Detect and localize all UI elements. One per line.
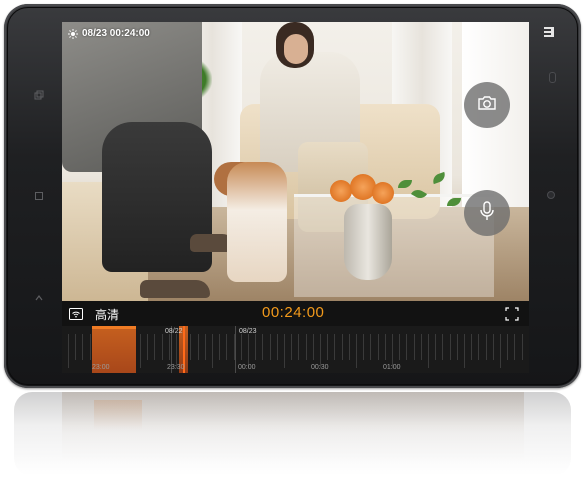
timeline-tick [305, 334, 307, 360]
video-timestamp: 08/23 00:24:00 [68, 28, 150, 39]
timeline-tick [75, 334, 77, 360]
recorded-segment-marker [92, 326, 136, 329]
timeline-tick [392, 334, 393, 368]
timeline-tick [449, 334, 451, 360]
camera-video-feed[interactable]: 08/23 00:24:00 [62, 22, 529, 301]
timeline-tick [219, 334, 221, 360]
timeline-hour-label: 23:30 [167, 364, 185, 371]
timeline-hour-label: 01:00 [383, 364, 401, 371]
timeline-tick [89, 334, 91, 360]
voice-talk-button[interactable] [464, 190, 510, 236]
timeline-hour-label: 00:00 [238, 364, 256, 371]
timeline-tick [320, 334, 321, 368]
sun-icon [68, 28, 78, 39]
timeline-tick [168, 334, 170, 360]
timeline-hour-label: 00:30 [311, 364, 329, 371]
device-reflection [14, 392, 571, 476]
front-camera [549, 72, 556, 83]
timeline-tick [197, 334, 199, 360]
app-screen: 08/23 00:24:00 高清 00:24:00 08/22 08/23 2… [62, 22, 529, 373]
timeline-tick [363, 334, 365, 360]
timeline-tick [420, 334, 422, 360]
timeline-tick [464, 334, 465, 368]
timeline-tick [341, 334, 343, 360]
timeline-tick [348, 334, 350, 360]
timeline-tick [240, 334, 242, 360]
timeline-tick [456, 334, 458, 360]
timeline-tick [262, 334, 264, 360]
timeline-tick [356, 334, 357, 368]
timestamp-text: 08/23 00:24:00 [82, 28, 150, 39]
quality-toggle[interactable]: 高清 [95, 306, 119, 323]
timeline-tick [485, 334, 487, 360]
microphone-icon [479, 200, 495, 226]
timeline-tick [298, 334, 300, 360]
home-icon[interactable] [34, 191, 44, 204]
timeline-tick [492, 334, 494, 360]
camera-icon [477, 95, 497, 116]
timeline-tick [154, 334, 156, 360]
snapshot-button[interactable] [464, 82, 510, 128]
timeline-tick [226, 334, 228, 360]
timeline-tick [190, 334, 192, 360]
timeline-tick [176, 334, 177, 368]
timeline-tick [507, 334, 509, 360]
timeline-tick [384, 334, 386, 360]
timeline-tick [521, 334, 523, 360]
timeline-tick [334, 334, 336, 360]
timeline-date: 08/22 [165, 328, 183, 335]
back-icon[interactable] [34, 293, 44, 306]
current-playback-time: 00:24:00 [262, 304, 325, 321]
timeline-tick [399, 334, 401, 360]
timeline-tick [435, 334, 437, 360]
playback-control-bar: 高清 00:24:00 [62, 301, 529, 326]
timeline-tick [255, 334, 257, 360]
timeline-tick [276, 334, 278, 360]
timeline-tick [82, 334, 84, 360]
light-sensor [547, 191, 555, 199]
fullscreen-icon[interactable] [505, 307, 519, 321]
timeline-tick [370, 334, 372, 360]
timeline-tick [442, 334, 444, 360]
wifi-signal-icon[interactable] [69, 307, 83, 320]
recent-apps-icon[interactable] [34, 90, 44, 103]
timeline-tick [377, 334, 379, 360]
timeline-date: 08/23 [239, 328, 257, 335]
timeline-tick [140, 334, 141, 368]
mi-logo [543, 26, 555, 41]
timeline-tick [284, 334, 285, 368]
timeline-tick [204, 334, 206, 360]
timeline-tick [68, 334, 69, 368]
timeline-tick [478, 334, 480, 360]
timeline-tick [161, 334, 163, 360]
timeline-tick [327, 334, 329, 360]
timeline-tick [212, 334, 213, 368]
timeline-tick [500, 334, 501, 368]
timeline-tick [514, 334, 516, 360]
day-divider [235, 326, 236, 373]
timeline-tick [147, 334, 149, 360]
timeline-tick [248, 334, 249, 368]
recording-timeline[interactable]: 08/22 08/23 23:00 23:30 00:00 00:30 01:0… [62, 326, 529, 373]
timeline-tick [312, 334, 314, 360]
timeline-tick [291, 334, 293, 360]
timeline-tick [413, 334, 415, 360]
timeline-tick [471, 334, 473, 360]
timeline-hour-label: 23:00 [92, 364, 110, 371]
timeline-tick [428, 334, 429, 368]
timeline-tick [406, 334, 408, 360]
timeline-tick [269, 334, 271, 360]
